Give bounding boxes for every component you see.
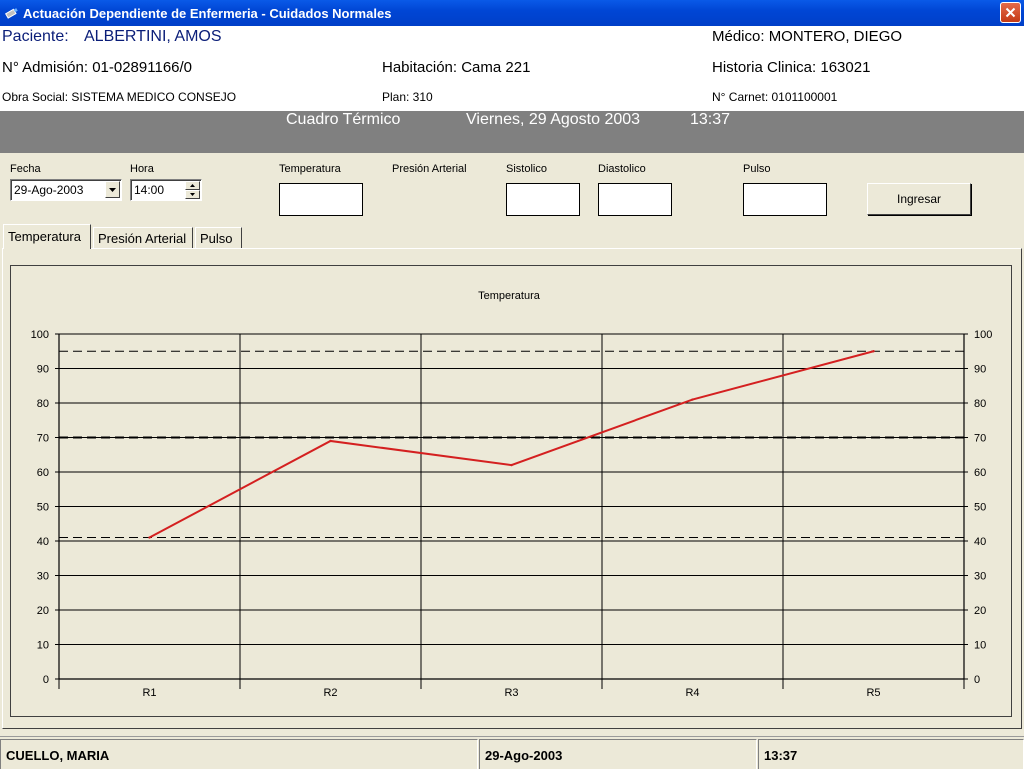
- hora-label: Hora: [130, 163, 154, 175]
- status-date: 29-Ago-2003: [479, 739, 757, 769]
- patient-name: ALBERTINI, AMOS: [84, 28, 222, 45]
- x-tick-label: R2: [323, 687, 337, 699]
- y-tick-label-right: 20: [974, 605, 986, 617]
- y-tick-label-right: 60: [974, 467, 986, 479]
- spin-up-icon: [190, 184, 195, 187]
- x-tick-label: R4: [685, 687, 699, 699]
- thermal-chart-band: Cuadro Térmico Viernes, 29 Agosto 2003 1…: [0, 111, 1024, 153]
- x-tick-label: R5: [866, 687, 880, 699]
- window-title: Actuación Dependiente de Enfermeria - Cu…: [23, 5, 392, 21]
- close-button[interactable]: [1000, 2, 1021, 23]
- chart-frame: Temperatura 0 0 10 10 20 20 30 30 40 40 50 50 60 60 70…: [10, 265, 1012, 717]
- x-tick-label: R3: [504, 687, 518, 699]
- title-bar: Actuación Dependiente de Enfermeria - Cu…: [0, 0, 1024, 26]
- close-icon: [1005, 7, 1016, 18]
- diastolico-label: Diastolico: [598, 163, 646, 175]
- y-tick-label-left: 70: [37, 433, 49, 445]
- sistolico-label: Sistolico: [506, 163, 547, 175]
- hora-up-button[interactable]: [185, 181, 200, 190]
- data-point: [148, 536, 151, 539]
- ingresar-button[interactable]: Ingresar: [867, 183, 971, 215]
- pulso-input[interactable]: [743, 183, 827, 216]
- y-tick-label-right: 30: [974, 571, 986, 583]
- hora-value: 14:00: [134, 183, 165, 197]
- chart-title: Temperatura: [478, 290, 541, 302]
- y-tick-label-right: 70: [974, 433, 986, 445]
- band-time: 13:37: [690, 111, 731, 128]
- data-point: [872, 350, 875, 353]
- fecha-dropdown-button[interactable]: [105, 181, 120, 198]
- temperatura-input[interactable]: [279, 183, 363, 216]
- y-tick-label-left: 50: [37, 502, 49, 514]
- data-point: [510, 463, 513, 467]
- spin-down-icon: [190, 193, 195, 196]
- data-point: [329, 439, 332, 443]
- sistolico-input[interactable]: [506, 183, 580, 216]
- tab-presion-arterial[interactable]: Presión Arterial: [93, 227, 193, 249]
- status-time: 13:37: [758, 739, 1024, 769]
- y-tick-label-left: 30: [37, 571, 49, 583]
- plan-info: Plan: 310: [382, 90, 433, 104]
- band-title: Cuadro Térmico: [286, 111, 401, 128]
- chevron-down-icon: [109, 187, 116, 192]
- fecha-dropdown[interactable]: 29-Ago-2003: [10, 179, 122, 201]
- y-tick-label-right: 40: [974, 536, 986, 548]
- app-icon: [5, 8, 18, 19]
- tab-pulso[interactable]: Pulso: [195, 227, 242, 249]
- fecha-value: 29-Ago-2003: [14, 183, 84, 197]
- y-tick-label-right: 100: [974, 329, 992, 341]
- card-number: N° Carnet: 0101100001: [712, 90, 838, 104]
- x-tick-label: R1: [142, 687, 156, 699]
- insurance-info: Obra Social: SISTEMA MEDICO CONSEJO: [2, 90, 237, 104]
- doctor-info: Médico: MONTERO, DIEGO: [712, 28, 903, 45]
- y-tick-label-left: 80: [37, 398, 49, 410]
- patient-label: Paciente:: [2, 28, 69, 45]
- temperatura-label: Temperatura: [279, 163, 341, 175]
- tab-temperatura[interactable]: Temperatura: [3, 224, 91, 249]
- y-tick-label-left: 100: [31, 329, 49, 341]
- y-tick-label-left: 40: [37, 536, 49, 548]
- fecha-label: Fecha: [10, 163, 41, 175]
- hora-stepper[interactable]: 14:00: [130, 179, 202, 201]
- status-bar: CUELLO, MARIA 29-Ago-2003 13:37: [0, 736, 1024, 769]
- y-tick-label-right: 50: [974, 502, 986, 514]
- y-tick-label-left: 10: [37, 640, 49, 652]
- y-tick-label-right: 0: [974, 674, 980, 686]
- status-user: CUELLO, MARIA: [0, 739, 478, 769]
- series-line: [149, 350, 874, 539]
- room-info: Habitación: Cama 221: [382, 59, 531, 76]
- presion-label: Presión Arterial: [392, 163, 467, 175]
- clinical-history: Historia Clinica: 163021: [712, 59, 871, 76]
- pulso-label: Pulso: [743, 163, 771, 175]
- y-tick-label-left: 0: [43, 674, 49, 686]
- y-tick-label-left: 90: [37, 364, 49, 376]
- diastolico-input[interactable]: [598, 183, 672, 216]
- temperature-chart: Temperatura 0 0 10 10 20 20 30 30 40 40 50 50 60 60 70…: [31, 290, 993, 699]
- data-point: [691, 398, 694, 401]
- y-tick-label-right: 90: [974, 364, 986, 376]
- band-date: Viernes, 29 Agosto 2003: [466, 111, 641, 128]
- y-tick-label-left: 60: [37, 467, 49, 479]
- y-tick-label-left: 20: [37, 605, 49, 617]
- y-tick-label-right: 80: [974, 398, 986, 410]
- admission-number: N° Admisión: 01-02891166/0: [2, 59, 193, 76]
- patient-header: Paciente: ALBERTINI, AMOS Médico: MONTER…: [0, 26, 1024, 111]
- y-tick-label-right: 10: [974, 640, 986, 652]
- hora-down-button[interactable]: [185, 190, 200, 199]
